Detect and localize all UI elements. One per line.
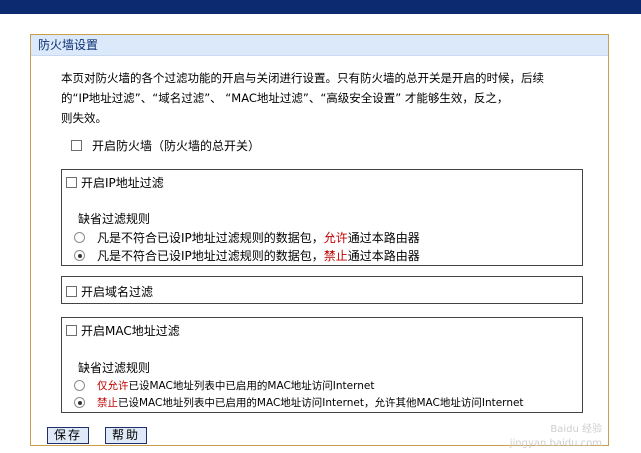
mac-filter-checkbox[interactable] <box>66 325 77 336</box>
ip-allow-keyword: 允许 <box>323 231 348 245</box>
ip-rule-option-allow[interactable]: 凡是不符合已设IP地址过滤规则的数据包，允许通过本路由器 <box>74 229 420 246</box>
ip-allow-text-c: 通过本路由器 <box>347 231 420 245</box>
intro-line-3: 则失效。 <box>61 111 107 125</box>
panel-title: 防火墙设置 <box>31 35 608 56</box>
mac-rule-title: 缺省过滤规则 <box>78 361 151 375</box>
master-switch-row: 开启防火墙（防火墙的总开关） <box>71 135 260 155</box>
watermark: Baidu 经验 jingyan.baidu.com <box>510 423 602 451</box>
ip-allow-text-a: 凡是不符合已设IP地址过滤规则的数据包， <box>97 231 324 245</box>
ip-deny-text-c: 通过本路由器 <box>347 249 420 263</box>
domain-filter-checkbox[interactable] <box>66 286 77 297</box>
mac-rule-option-deny[interactable]: 禁止已设MAC地址列表中已启用的MAC地址访问Internet，允许其他MAC地… <box>74 395 524 410</box>
mac-allow-radio[interactable] <box>74 380 85 391</box>
mac-filter-toggle[interactable]: 开启MAC地址过滤 <box>66 322 180 339</box>
mac-deny-radio[interactable] <box>74 397 85 408</box>
intro-text: 本页对防火墙的各个过滤功能的开启与关闭进行设置。只有防火墙的总开关是开启的时候，… <box>61 68 601 128</box>
ip-allow-radio[interactable] <box>74 232 85 243</box>
ip-filter-checkbox[interactable] <box>66 177 77 188</box>
help-button[interactable]: 帮助 <box>105 427 148 444</box>
ip-deny-radio[interactable] <box>74 250 85 261</box>
mac-deny-text: 已设MAC地址列表中已启用的MAC地址访问Internet，允许其他MAC地址访… <box>118 397 524 409</box>
master-switch-label: 开启防火墙（防火墙的总开关） <box>92 138 261 153</box>
mac-deny-label: 禁止已设MAC地址列表中已启用的MAC地址访问Internet，允许其他MAC地… <box>97 395 524 410</box>
ip-allow-label: 凡是不符合已设IP地址过滤规则的数据包，允许通过本路由器 <box>97 229 420 246</box>
intro-line-2: 的“IP地址过滤”、“域名过滤”、 “MAC地址过滤”、“高级安全设置” 才能够… <box>61 91 509 105</box>
ip-deny-text-a: 凡是不符合已设IP地址过滤规则的数据包， <box>97 249 324 263</box>
mac-allow-label: 仅允许已设MAC地址列表中已启用的MAC地址访问Internet <box>97 378 374 393</box>
ip-filter-section: 开启IP地址过滤 缺省过滤规则 凡是不符合已设IP地址过滤规则的数据包，允许通过… <box>61 169 583 266</box>
watermark-line-1: Baidu 经验 <box>550 424 602 435</box>
mac-allow-text: 已设MAC地址列表中已启用的MAC地址访问Internet <box>128 380 375 392</box>
mac-filter-section: 开启MAC地址过滤 缺省过滤规则 仅允许已设MAC地址列表中已启用的MAC地址访… <box>61 317 583 413</box>
firewall-settings-panel: 防火墙设置 本页对防火墙的各个过滤功能的开启与关闭进行设置。只有防火墙的总开关是… <box>30 34 609 449</box>
domain-filter-label: 开启域名过滤 <box>81 285 154 299</box>
top-banner-bar <box>0 0 641 14</box>
mac-filter-label: 开启MAC地址过滤 <box>81 324 180 338</box>
ip-rule-option-deny[interactable]: 凡是不符合已设IP地址过滤规则的数据包，禁止通过本路由器 <box>74 247 420 264</box>
ip-filter-toggle[interactable]: 开启IP地址过滤 <box>66 174 164 191</box>
mac-deny-keyword: 禁止 <box>97 397 118 409</box>
action-buttons: 保存 帮助 <box>47 427 148 444</box>
ip-rule-title: 缺省过滤规则 <box>78 212 151 226</box>
save-button[interactable]: 保存 <box>47 427 90 444</box>
domain-filter-section: 开启域名过滤 <box>61 276 583 304</box>
mac-allow-keyword: 仅允许 <box>97 380 129 392</box>
ip-filter-label: 开启IP地址过滤 <box>81 176 164 190</box>
intro-line-1: 本页对防火墙的各个过滤功能的开启与关闭进行设置。只有防火墙的总开关是开启的时候，… <box>61 71 544 85</box>
mac-rule-option-allow[interactable]: 仅允许已设MAC地址列表中已启用的MAC地址访问Internet <box>74 378 374 393</box>
domain-filter-toggle[interactable]: 开启域名过滤 <box>66 283 153 300</box>
ip-deny-keyword: 禁止 <box>323 249 348 263</box>
master-switch-checkbox[interactable] <box>71 139 82 151</box>
watermark-line-2: jingyan.baidu.com <box>509 438 602 449</box>
ip-deny-label: 凡是不符合已设IP地址过滤规则的数据包，禁止通过本路由器 <box>97 247 420 264</box>
